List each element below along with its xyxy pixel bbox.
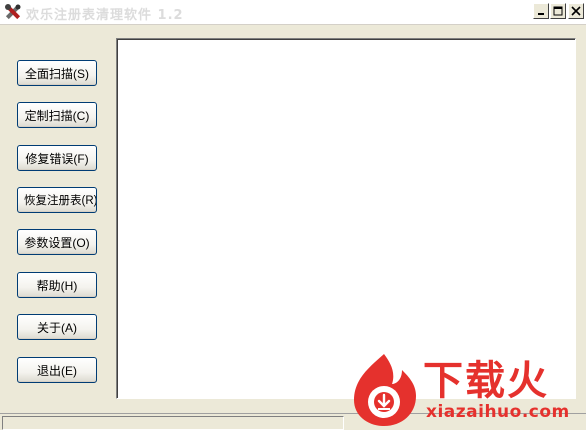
close-icon <box>571 6 581 16</box>
about-button[interactable]: 关于(A) <box>17 314 97 340</box>
minimize-button[interactable] <box>533 3 549 19</box>
maximize-button[interactable] <box>550 3 566 19</box>
watermark-domain: xiazaihuo.com <box>426 402 570 422</box>
close-button[interactable] <box>568 3 584 19</box>
minimize-icon <box>538 13 544 15</box>
watermark-brand: 下载火 <box>423 358 549 404</box>
full-scan-button[interactable]: 全面扫描(S) <box>17 60 97 86</box>
results-list[interactable] <box>116 38 576 399</box>
flame-logo-icon <box>354 354 416 426</box>
exit-button[interactable]: 退出(E) <box>17 357 97 383</box>
restore-registry-button[interactable]: 恢复注册表(R) <box>17 187 97 213</box>
watermark: 下载火 xiazaihuo.com <box>346 350 586 429</box>
custom-scan-button[interactable]: 定制扫描(C) <box>17 102 97 128</box>
settings-button[interactable]: 参数设置(O) <box>17 229 97 255</box>
fix-errors-button[interactable]: 修复错误(F) <box>17 145 97 171</box>
status-field <box>2 416 344 430</box>
title-bar[interactable]: 欢乐注册表清理软件 1.2 <box>0 0 586 25</box>
window-title: 欢乐注册表清理软件 1.2 <box>26 8 184 23</box>
help-button[interactable]: 帮助(H) <box>17 272 97 298</box>
maximize-icon <box>553 6 563 16</box>
tools-icon <box>4 3 22 21</box>
